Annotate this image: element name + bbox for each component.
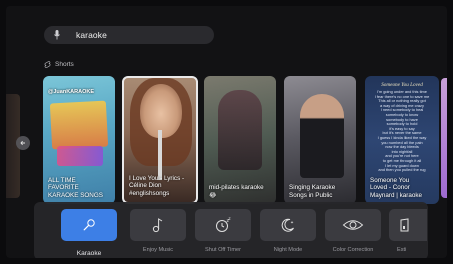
option-tile[interactable] (61, 209, 117, 241)
option-tile[interactable]: z z (195, 209, 251, 241)
option-label: Esti (397, 247, 407, 253)
option-night-mode[interactable]: Night Mode (259, 209, 317, 253)
microphone-icon (83, 219, 95, 231)
option-enjoy-music[interactable]: Enjoy Music (129, 209, 187, 253)
option-shut-off-timer[interactable]: z z Shut Off Timer (194, 209, 252, 253)
short-title: Singing Karaoke Songs in Public (289, 184, 336, 199)
short-card-focused[interactable]: I Love You - Lyrics - Céline Dion #engli… (122, 76, 198, 204)
channel-handle: @JuanKARAOKE (48, 89, 95, 95)
svg-text:z: z (229, 217, 231, 221)
shorts-icon (44, 61, 51, 68)
short-title: mid-pilates karaoke 😂 (209, 184, 264, 199)
shorts-section-header: Shorts (44, 61, 74, 68)
short-title: I Love You - Lyrics - Céline Dion #engli… (129, 174, 185, 197)
lyrics-text: I'm going under and this time I fear the… (374, 89, 430, 173)
short-card[interactable]: @JuanKARAOKE ALL TIME FAVORITE KARAOKE S… (43, 76, 115, 204)
option-tile[interactable] (260, 209, 316, 241)
thumbnail-art (158, 130, 162, 180)
short-title: Someone You Loved - Conor Maynard | kara… (370, 176, 423, 199)
music-note-icon (152, 218, 163, 233)
tv-screen: karaoke Shorts @JuanKARAOKE ALL TIME FAV… (6, 6, 447, 258)
next-card-peek (441, 78, 447, 198)
night-mode-icon (281, 218, 294, 232)
lyrics-title: Someone You Loved (381, 82, 423, 88)
thumbnail-art (300, 94, 344, 178)
eye-icon (342, 220, 364, 230)
short-card[interactable]: mid-pilates karaoke 😂 (204, 76, 276, 204)
thumbnail-art (57, 146, 103, 166)
arrow-left-icon (20, 140, 25, 146)
option-label: Enjoy Music (142, 247, 174, 253)
mic-icon[interactable] (52, 29, 62, 41)
thumbnail-art (49, 100, 109, 150)
short-card[interactable]: Someone You Loved I'm going under and th… (365, 76, 439, 204)
option-tile[interactable] (389, 209, 427, 241)
scroll-left-button[interactable] (16, 136, 30, 150)
option-tile[interactable] (130, 209, 186, 241)
sleep-timer-icon: z z (216, 217, 231, 232)
option-tile[interactable] (325, 209, 381, 241)
quick-options-panel: Karaoke Enjoy Music z z Shut Off Timer N… (34, 202, 428, 258)
option-label: Shut Off Timer (205, 247, 241, 253)
short-card[interactable]: Singing Karaoke Songs in Public (284, 76, 356, 204)
option-label: Karaoke (76, 250, 102, 257)
option-color-correction[interactable]: Color Correction (324, 209, 382, 253)
short-title: ALL TIME FAVORITE KARAOKE SONGS (48, 176, 103, 199)
search-bar[interactable]: karaoke (44, 26, 214, 44)
option-karaoke[interactable]: Karaoke (60, 209, 118, 257)
option-label: Color Correction (332, 247, 374, 253)
thumbnail-art (218, 90, 262, 170)
option-partial[interactable]: Esti (389, 209, 427, 253)
option-label: Night Mode (273, 247, 303, 253)
shorts-label: Shorts (55, 61, 74, 68)
partial-icon (400, 218, 409, 232)
search-query[interactable]: karaoke (76, 30, 107, 40)
